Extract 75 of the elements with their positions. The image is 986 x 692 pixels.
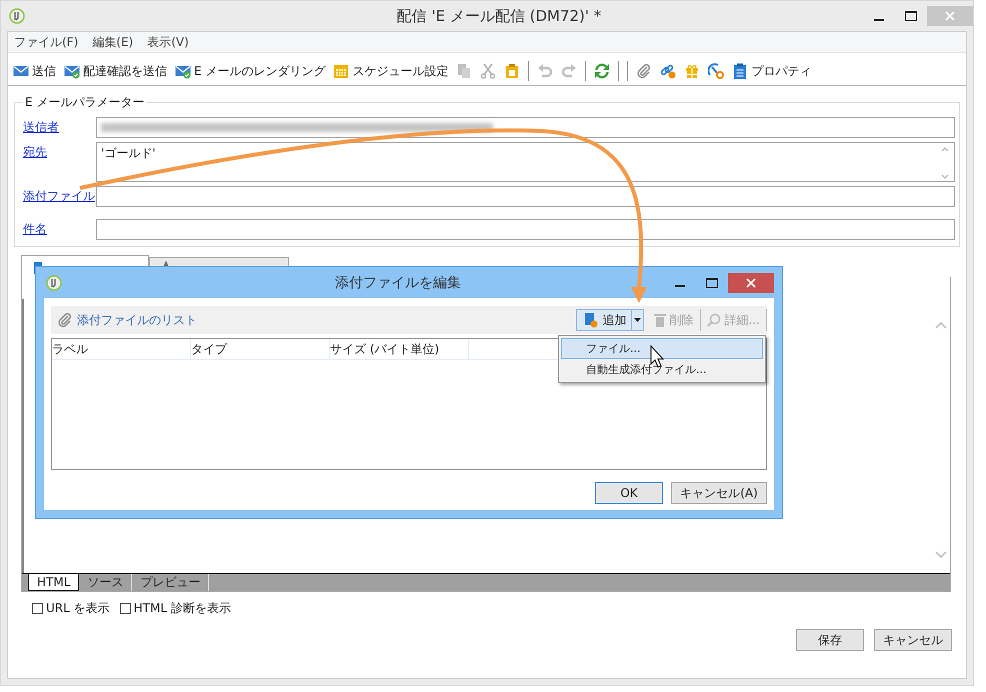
gift-icon bbox=[684, 63, 700, 79]
dialog-button[interactable]: キャンセル(A) bbox=[671, 482, 767, 504]
toolbar-button[interactable] bbox=[684, 63, 700, 79]
input-field[interactable] bbox=[96, 186, 955, 207]
toolbar-button[interactable] bbox=[708, 63, 724, 79]
toolbar-button[interactable]: プロパティ bbox=[732, 62, 812, 80]
save-button[interactable]: 保存 bbox=[796, 629, 864, 651]
input-field[interactable] bbox=[96, 219, 955, 240]
list-title: 添付ファイルのリスト bbox=[77, 312, 197, 328]
copy-icon bbox=[456, 63, 472, 79]
column-header[interactable]: タイプ bbox=[191, 340, 227, 358]
scroll-arrows-icon[interactable] bbox=[940, 145, 950, 181]
paperclip-icon bbox=[57, 312, 73, 328]
dialog-title: 添付ファイルを編集 bbox=[334, 274, 462, 292]
menu-item[interactable]: 編集(E) bbox=[92, 34, 134, 50]
editor-tab[interactable]: プレビュー bbox=[132, 574, 210, 591]
toolbar-button[interactable]: E メールのレンダリング bbox=[175, 62, 326, 80]
menu-item[interactable]: 表示(V) bbox=[147, 34, 189, 50]
group-title: E メールパラメーター bbox=[24, 94, 146, 111]
maximize-icon bbox=[905, 11, 917, 21]
menu-item[interactable]: ファイル... bbox=[561, 338, 763, 359]
checkbox-label: URL を表示 bbox=[46, 600, 110, 617]
calendar-icon bbox=[333, 63, 350, 79]
close-icon bbox=[945, 11, 955, 21]
trash-icon bbox=[654, 313, 666, 327]
paperclip-icon bbox=[636, 63, 652, 79]
add-file-icon bbox=[582, 312, 599, 328]
toolbar-button[interactable] bbox=[594, 63, 610, 79]
undo-icon bbox=[537, 63, 554, 79]
field-link[interactable]: 件名 bbox=[23, 219, 96, 240]
clipboard-icon bbox=[732, 63, 748, 79]
envelope-icon bbox=[13, 63, 29, 79]
column-header[interactable]: サイズ (バイト単位) bbox=[330, 340, 440, 358]
field-link[interactable]: 宛先 bbox=[23, 142, 96, 182]
envelope-check-icon bbox=[175, 63, 191, 79]
scissors-icon bbox=[480, 63, 496, 79]
app-icon bbox=[46, 274, 62, 290]
app-icon bbox=[9, 8, 25, 24]
toolbar-button[interactable]: 送信 bbox=[13, 62, 56, 80]
menu-item[interactable]: ファイル(F) bbox=[14, 34, 78, 50]
link-icon bbox=[660, 63, 676, 79]
envelope-check-icon bbox=[64, 63, 80, 79]
editor-tab[interactable]: ソース bbox=[79, 574, 132, 591]
checkbox[interactable] bbox=[32, 603, 43, 614]
checkbox-label: HTML 診断を表示 bbox=[134, 600, 231, 617]
toolbar-button[interactable]: 配達確認を送信 bbox=[64, 62, 167, 80]
field-link[interactable]: 送信者 bbox=[23, 117, 96, 138]
close-icon bbox=[746, 278, 756, 288]
dialog-button[interactable]: OK bbox=[595, 482, 663, 504]
clipboard-icon bbox=[504, 63, 520, 79]
sender-field[interactable] bbox=[96, 117, 955, 138]
scroll-down-icon[interactable] bbox=[935, 551, 947, 559]
add-button[interactable]: 追加 bbox=[576, 309, 632, 331]
cancel-button[interactable]: キャンセル bbox=[874, 629, 952, 651]
column-header[interactable]: ラベル bbox=[52, 340, 88, 358]
redo-icon bbox=[561, 63, 578, 79]
dropdown-button[interactable] bbox=[632, 309, 644, 331]
window-title: 配信 'E メール配信 (DM72)' * bbox=[396, 6, 602, 26]
scroll-up-icon[interactable] bbox=[935, 321, 947, 329]
checkbox[interactable] bbox=[120, 603, 131, 614]
refresh-icon bbox=[594, 63, 610, 79]
minimize-icon bbox=[874, 18, 884, 20]
editor-tab[interactable]: HTML bbox=[28, 574, 80, 591]
search-icon bbox=[706, 313, 721, 327]
caret-icon bbox=[634, 318, 641, 322]
maximize-icon bbox=[706, 278, 718, 288]
close-button[interactable] bbox=[728, 272, 774, 292]
minimize-icon bbox=[675, 285, 685, 287]
toolbar-button[interactable]: スケジュール設定 bbox=[333, 62, 448, 80]
toolbar-button[interactable] bbox=[504, 63, 520, 79]
recipient-field[interactable]: 'ゴールド' bbox=[96, 142, 955, 182]
gauge-icon bbox=[708, 63, 724, 79]
toolbar-button[interactable] bbox=[660, 63, 676, 79]
toolbar-button[interactable] bbox=[636, 63, 652, 79]
field-link[interactable]: 添付ファイル bbox=[23, 186, 96, 207]
